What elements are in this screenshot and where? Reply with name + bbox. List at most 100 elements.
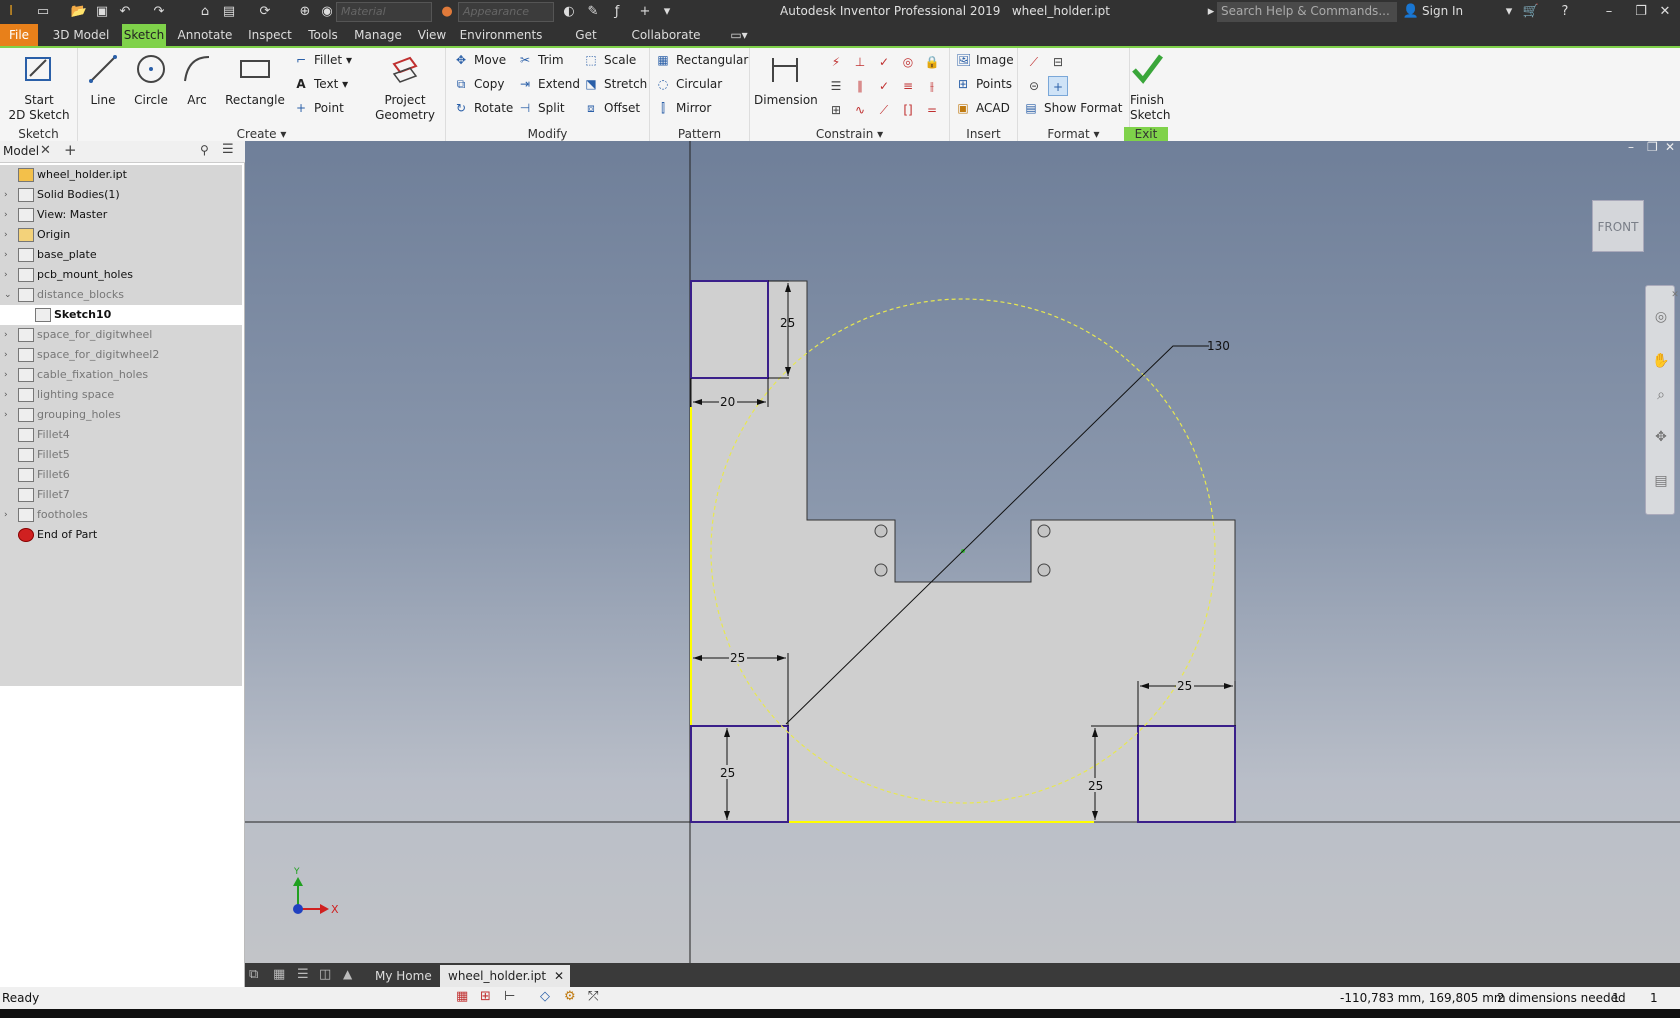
- arrange-vertical-icon[interactable]: ◫: [319, 967, 331, 982]
- vertical-icon[interactable]: =: [922, 100, 942, 120]
- tree-item[interactable]: › cable_fixation_holes: [0, 365, 242, 385]
- tile-icon[interactable]: ▦: [273, 967, 285, 982]
- tree-expander-icon[interactable]: ›: [4, 325, 14, 345]
- redo-icon[interactable]: ↷: [150, 3, 168, 21]
- tree-expander-icon[interactable]: ›: [4, 385, 14, 405]
- sign-in-link[interactable]: Sign In: [1422, 4, 1463, 18]
- fillet-button[interactable]: ⌐ Fillet ▾: [294, 50, 352, 70]
- trim-button[interactable]: ✂ Trim: [518, 50, 564, 70]
- pan-hand-icon[interactable]: ✋: [1652, 352, 1670, 370]
- fx-icon[interactable]: ƒ: [608, 3, 626, 21]
- tab-inspect[interactable]: Inspect: [244, 24, 296, 46]
- update-icon[interactable]: ⟳: [256, 3, 274, 21]
- tree-item[interactable]: › base_plate: [0, 245, 242, 265]
- perpendicular-icon[interactable]: ⊥: [850, 52, 870, 72]
- auto-dimension-icon[interactable]: ⚡: [826, 52, 846, 72]
- tree-item[interactable]: Fillet4: [0, 425, 242, 445]
- tree-expander-icon[interactable]: ›: [4, 405, 14, 425]
- tree-item[interactable]: Fillet7: [0, 485, 242, 505]
- symmetric-icon[interactable]: []: [898, 100, 918, 120]
- offset-button[interactable]: ⧈ Offset: [584, 98, 640, 118]
- finish-sketch-button[interactable]: Finish Sketch: [1130, 52, 1170, 123]
- tree-item[interactable]: › footholes: [0, 505, 242, 525]
- material-dropdown[interactable]: Material: [336, 2, 432, 22]
- parallel-icon[interactable]: ∥: [850, 76, 870, 96]
- construction-icon[interactable]: ⟋: [1024, 52, 1044, 72]
- graphics-viewport[interactable]: 130 25 20 25 25 25 25 X Y – ❐ ✕: [245, 140, 1680, 963]
- rotate-button[interactable]: ↻ Rotate: [454, 98, 513, 118]
- browser-tab-model[interactable]: Model: [3, 144, 39, 158]
- tree-item[interactable]: › View: Master: [0, 205, 242, 225]
- orbit-icon[interactable]: ✥: [1652, 428, 1670, 446]
- tab-3d-model[interactable]: 3D Model: [48, 24, 114, 46]
- driven-dimension-icon[interactable]: +: [1048, 76, 1068, 96]
- tree-expander-icon[interactable]: ›: [4, 205, 14, 225]
- tree-expander-icon[interactable]: ›: [4, 365, 14, 385]
- sign-in-dropdown-icon[interactable]: ▾: [1500, 3, 1518, 21]
- status-icon-6[interactable]: ⤱: [588, 989, 598, 1004]
- text-button[interactable]: A Text ▾: [294, 74, 348, 94]
- collinear-icon[interactable]: ≡: [898, 76, 918, 96]
- points-button[interactable]: ⊞ Points: [956, 74, 1012, 94]
- viewport-restore-icon[interactable]: ❐: [1647, 140, 1658, 154]
- close-icon[interactable]: ✕: [1656, 3, 1674, 21]
- viewport-minimize-icon[interactable]: –: [1628, 140, 1634, 154]
- coincident-icon[interactable]: ✓: [874, 52, 894, 72]
- save-icon[interactable]: ▣: [93, 3, 111, 21]
- tab-annotate[interactable]: Annotate: [174, 24, 236, 46]
- viewport-close-icon[interactable]: ✕: [1665, 140, 1675, 154]
- scale-button[interactable]: ⬚ Scale: [584, 50, 636, 70]
- minimize-icon[interactable]: –: [1600, 3, 1618, 21]
- status-icon-3[interactable]: ⊢: [504, 989, 515, 1004]
- tab-sketch[interactable]: Sketch: [122, 24, 166, 46]
- image-button[interactable]: 🖼 Image: [956, 50, 1014, 70]
- tree-item[interactable]: Fillet5: [0, 445, 242, 465]
- copy-button[interactable]: ⧉ Copy: [454, 74, 505, 94]
- constrain-panel-label[interactable]: Constrain ▾: [750, 127, 949, 141]
- tree-expander-icon[interactable]: ›: [4, 245, 14, 265]
- status-icon-2[interactable]: ⊞: [480, 989, 491, 1004]
- customize-qat-icon[interactable]: ▾: [658, 3, 676, 21]
- sketch-canvas[interactable]: 130 25 20 25 25 25 25 X Y: [245, 141, 1680, 963]
- browser-menu-icon[interactable]: ☰: [222, 142, 234, 157]
- steering-wheel-icon[interactable]: ◎: [1652, 308, 1670, 326]
- rectangular-pattern-button[interactable]: ▦ Rectangular: [656, 50, 748, 70]
- centerline-icon[interactable]: ⊟: [1048, 52, 1068, 72]
- tab-tools[interactable]: Tools: [304, 24, 342, 46]
- dimension-button[interactable]: Dimension: [754, 52, 818, 108]
- tree-item[interactable]: › Solid Bodies(1): [0, 185, 242, 205]
- new-file-icon[interactable]: ▭: [34, 3, 52, 21]
- tree-expander-icon[interactable]: ⌄: [4, 285, 14, 305]
- format-panel-label[interactable]: Format ▾: [1018, 127, 1129, 141]
- point-button[interactable]: + Point: [294, 98, 344, 118]
- tab-collaborate[interactable]: Collaborate: [628, 24, 704, 46]
- tree-item[interactable]: › space_for_digitwheel: [0, 325, 242, 345]
- add-icon[interactable]: +: [636, 3, 654, 21]
- rectangle-button[interactable]: Rectangle: [224, 52, 286, 108]
- material-sphere-icon[interactable]: ◉: [318, 3, 336, 21]
- circular-pattern-button[interactable]: ◌ Circular: [656, 74, 722, 94]
- acad-button[interactable]: ▣ ACAD: [956, 98, 1010, 118]
- adjust-icon[interactable]: ◐: [560, 3, 578, 21]
- viewcube[interactable]: FRONT: [1592, 200, 1644, 252]
- tree-item[interactable]: wheel_holder.ipt: [0, 165, 242, 185]
- equal-icon[interactable]: ⫲: [922, 76, 942, 96]
- extend-button[interactable]: ⇥ Extend: [518, 74, 580, 94]
- tree-item[interactable]: › lighting space: [0, 385, 242, 405]
- tab-manage[interactable]: Manage: [350, 24, 406, 46]
- tangent-icon[interactable]: ✓: [874, 76, 894, 96]
- view-face-icon[interactable]: ▤: [1652, 472, 1670, 490]
- smooth-icon[interactable]: ∿: [850, 100, 870, 120]
- split-button[interactable]: ⊣ Split: [518, 98, 565, 118]
- tree-expander-icon[interactable]: ›: [4, 505, 14, 525]
- navbar-close-icon[interactable]: ✕: [1666, 286, 1680, 304]
- tree-item[interactable]: Fillet6: [0, 465, 242, 485]
- tree-item[interactable]: › grouping_holes: [0, 405, 242, 425]
- tree-item[interactable]: ⌄ distance_blocks: [0, 285, 242, 305]
- status-icon-5[interactable]: ⚙: [564, 989, 576, 1004]
- search-input[interactable]: Search Help & Commands...: [1217, 2, 1397, 22]
- home-icon[interactable]: ⌂: [196, 3, 214, 21]
- tree-expander-icon[interactable]: ›: [4, 265, 14, 285]
- line-button[interactable]: Line: [82, 52, 124, 108]
- project-geometry-button[interactable]: Project Geometry: [368, 52, 442, 123]
